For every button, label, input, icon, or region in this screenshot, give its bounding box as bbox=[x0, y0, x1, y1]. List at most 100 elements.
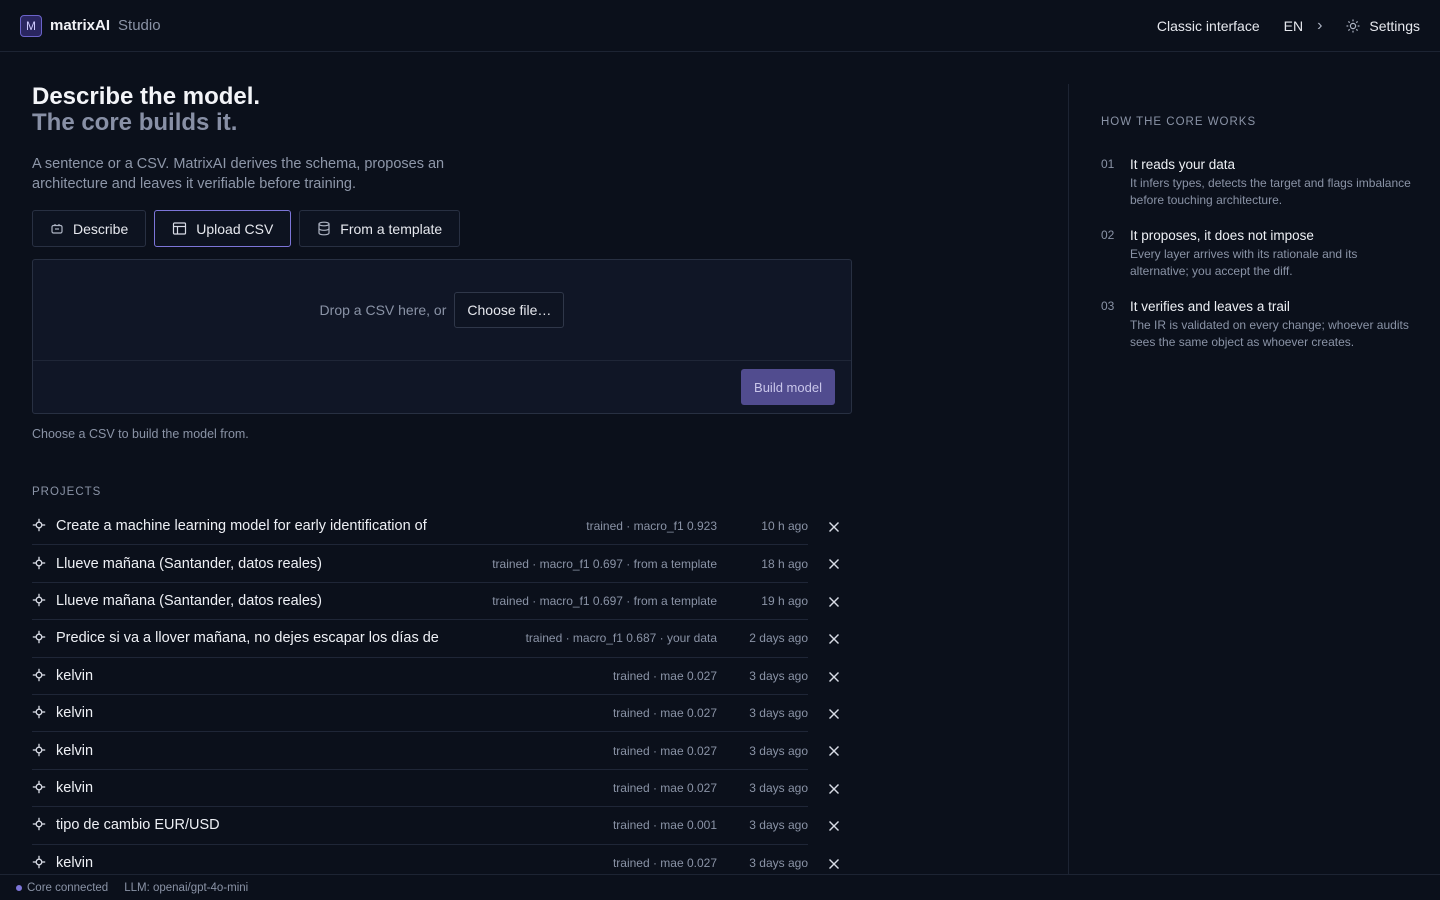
project-name: Predice si va a llover mañana, no dejes … bbox=[56, 630, 439, 647]
project-name: kelvin bbox=[56, 705, 94, 722]
dropzone-prompt: Drop a CSV here, or Choose file… bbox=[33, 292, 851, 328]
project-row[interactable]: kelvin trained · mae 0.027 3 days ago bbox=[32, 658, 839, 695]
dropzone-divider bbox=[33, 360, 851, 361]
choose-file-button[interactable]: Choose file… bbox=[454, 292, 565, 328]
project-meta: trained · mae 0.001 bbox=[612, 818, 717, 833]
project-name: Create a machine learning model for earl… bbox=[56, 518, 427, 535]
project-time: 3 days ago bbox=[749, 818, 808, 833]
drop-text: Drop a CSV here, or bbox=[319, 302, 447, 318]
csv-dropzone[interactable]: Drop a CSV here, or Choose file… Build m… bbox=[32, 259, 852, 414]
close-icon[interactable] bbox=[826, 594, 842, 610]
project-meta: trained · macro_f1 0.923 bbox=[586, 519, 717, 534]
project-row[interactable]: kelvin trained · mae 0.027 3 days ago bbox=[32, 732, 839, 770]
close-icon[interactable] bbox=[826, 743, 842, 759]
classic-interface-link[interactable]: Classic interface bbox=[1157, 18, 1260, 34]
project-meta: trained · mae 0.027 bbox=[612, 856, 717, 871]
tab-upload-csv[interactable]: Upload CSV bbox=[154, 210, 292, 247]
project-time: 19 h ago bbox=[761, 593, 808, 608]
core-status: Core connected bbox=[27, 881, 109, 894]
project-name: kelvin bbox=[56, 742, 94, 759]
step-item: 03 It verifies and leaves a trail The IR… bbox=[1101, 298, 1411, 351]
step-number: 02 bbox=[1101, 228, 1115, 242]
table-icon bbox=[173, 222, 187, 235]
project-row[interactable]: tipo de cambio EUR/USD trained · mae 0.00… bbox=[32, 807, 839, 845]
close-icon[interactable] bbox=[826, 669, 842, 685]
language-label: EN bbox=[1283, 17, 1304, 34]
project-time: 3 days ago bbox=[749, 856, 808, 871]
project-row[interactable]: kelvin trained · mae 0.027 3 days ago bbox=[32, 695, 839, 733]
project-icon bbox=[32, 743, 48, 759]
input-mode-tabs: Describe Upload CSV From a template bbox=[32, 210, 852, 247]
project-row[interactable]: Create a machine learning model for earl… bbox=[32, 508, 839, 546]
top-bar: M matrixAI Studio Classic interface EN ›… bbox=[0, 0, 1440, 52]
project-row[interactable]: Llueve mañana (Santander, datos reales) t… bbox=[32, 545, 839, 583]
project-time: 10 h ago bbox=[761, 519, 808, 534]
project-row[interactable]: kelvin trained · mae 0.027 3 days ago bbox=[32, 770, 839, 808]
project-meta: trained · mae 0.027 bbox=[612, 743, 717, 758]
step-description: It infers types, detects the target and … bbox=[1130, 176, 1411, 207]
build-model-button[interactable]: Build model bbox=[741, 369, 835, 405]
close-icon[interactable] bbox=[826, 818, 842, 834]
project-name: kelvin bbox=[56, 779, 94, 796]
project-name: kelvin bbox=[56, 855, 94, 872]
project-name: tipo de cambio EUR/USD bbox=[56, 817, 220, 834]
tab-from-template[interactable]: From a template bbox=[299, 210, 461, 247]
brand-name: matrixAI bbox=[50, 17, 111, 34]
how-it-works-heading: HOW THE CORE WORKS bbox=[1101, 116, 1257, 128]
upload-hint: Choose a CSV to build the model from. bbox=[32, 427, 249, 441]
project-name: kelvin bbox=[56, 667, 94, 684]
chevron-right-icon: › bbox=[1317, 16, 1323, 34]
close-icon[interactable] bbox=[826, 706, 842, 722]
project-icon bbox=[32, 780, 48, 796]
project-meta: trained · mae 0.027 bbox=[612, 780, 717, 795]
brand-subtitle: Studio bbox=[118, 17, 161, 34]
project-name: Llueve mañana (Santander, datos reales) bbox=[56, 555, 323, 572]
project-time: 2 days ago bbox=[749, 631, 808, 646]
database-icon bbox=[318, 221, 330, 236]
project-meta: trained · macro_f1 0.697 · from a templa… bbox=[492, 593, 717, 608]
language-selector[interactable]: EN › bbox=[1284, 17, 1323, 35]
close-icon[interactable] bbox=[826, 631, 842, 647]
project-meta: trained · macro_f1 0.687 · your data bbox=[525, 631, 717, 646]
step-item: 01 It reads your data It infers types, d… bbox=[1101, 156, 1411, 209]
project-icon bbox=[32, 668, 48, 684]
tab-label: Describe bbox=[73, 220, 129, 237]
logo-badge: M bbox=[20, 14, 42, 37]
step-description: The IR is validated on every change; who… bbox=[1130, 318, 1409, 349]
close-icon[interactable] bbox=[826, 781, 842, 797]
llm-status: LLM: openai/gpt-4o-mini bbox=[124, 881, 249, 894]
status-dot-icon bbox=[16, 884, 22, 891]
close-icon[interactable] bbox=[826, 556, 842, 572]
tab-label: From a template bbox=[340, 220, 443, 237]
lead-text: A sentence or a CSV. MatrixAI derives th… bbox=[32, 156, 445, 192]
project-row[interactable]: Llueve mañana (Santander, datos reales) t… bbox=[32, 583, 839, 621]
project-icon bbox=[32, 556, 48, 572]
tab-describe[interactable]: Describe bbox=[32, 210, 147, 247]
page-subtitle: The core builds it. bbox=[32, 109, 238, 136]
settings-label: Settings bbox=[1369, 17, 1420, 34]
step-description: Every layer arrives with its rationale a… bbox=[1130, 247, 1358, 278]
close-icon[interactable] bbox=[826, 519, 842, 535]
settings-button[interactable]: Settings bbox=[1346, 18, 1420, 34]
step-title: It reads your data bbox=[1130, 157, 1236, 172]
project-row[interactable]: Predice si va a llover mañana, no dejes … bbox=[32, 620, 839, 658]
project-icon bbox=[32, 630, 48, 646]
project-meta: trained · macro_f1 0.697 · from a templa… bbox=[492, 556, 717, 571]
top-right-nav: Classic interface EN › Settings bbox=[1157, 17, 1420, 35]
close-icon[interactable] bbox=[826, 856, 842, 872]
project-icon bbox=[32, 593, 48, 609]
project-meta: trained · mae 0.027 bbox=[612, 668, 717, 683]
step-item: 02 It proposes, it does not impose Every… bbox=[1101, 227, 1411, 280]
project-icon bbox=[32, 855, 48, 871]
main-content: Describe the model. The core builds it. … bbox=[32, 52, 852, 882]
project-time: 3 days ago bbox=[749, 668, 808, 683]
project-time: 3 days ago bbox=[749, 706, 808, 721]
projects-list: Create a machine learning model for earl… bbox=[32, 508, 839, 882]
project-icon bbox=[32, 518, 48, 534]
sun-icon bbox=[1346, 19, 1360, 32]
page-title: Describe the model. bbox=[32, 83, 261, 110]
status-bar: Core connected LLM: openai/gpt-4o-mini bbox=[0, 874, 1440, 900]
project-name: Llueve mañana (Santander, datos reales) bbox=[56, 592, 323, 609]
step-number: 01 bbox=[1101, 157, 1115, 171]
vertical-divider bbox=[1068, 84, 1069, 874]
